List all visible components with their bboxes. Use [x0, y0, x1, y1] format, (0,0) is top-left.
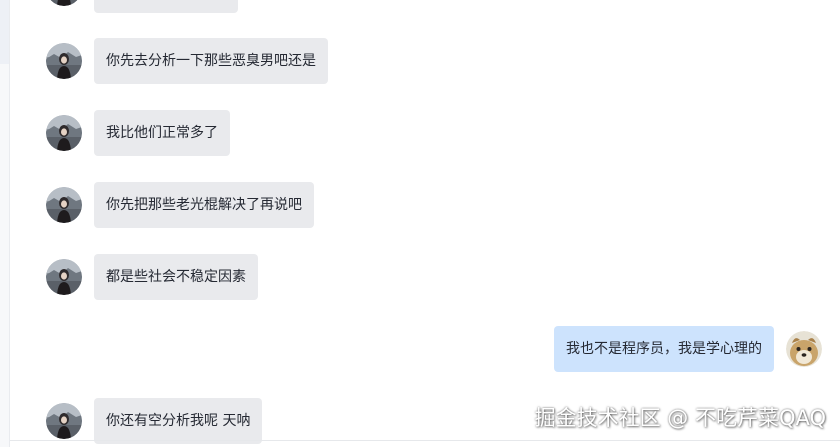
message-bubble: 你先把那些老光棍解决了再说吧 — [94, 182, 314, 228]
message-bubble-own: 我也不是程序员，我是学心理的 — [554, 326, 774, 372]
contact-avatar[interactable] — [46, 403, 82, 439]
message-bubble-partial — [94, 0, 238, 13]
contact-avatar[interactable] — [46, 43, 82, 79]
left-panel-edge — [0, 0, 10, 447]
contact-avatar[interactable] — [46, 115, 82, 151]
own-avatar[interactable] — [786, 331, 822, 367]
contact-avatar[interactable] — [46, 0, 82, 6]
message-bubble: 你还有空分析我呢 天呐 — [94, 398, 263, 444]
contact-avatar[interactable] — [46, 259, 82, 295]
message-bubble: 我比他们正常多了 — [94, 110, 230, 156]
input-area-divider — [10, 440, 840, 441]
message-bubble: 你先去分析一下那些恶臭男吧还是 — [94, 38, 328, 84]
message-bubble: 都是些社会不稳定因素 — [94, 254, 258, 300]
watermark-text: 掘金技术社区 @ 不吃芹菜QAQ — [534, 406, 826, 430]
selected-conversation-edge — [0, 0, 9, 64]
contact-avatar[interactable] — [46, 187, 82, 223]
